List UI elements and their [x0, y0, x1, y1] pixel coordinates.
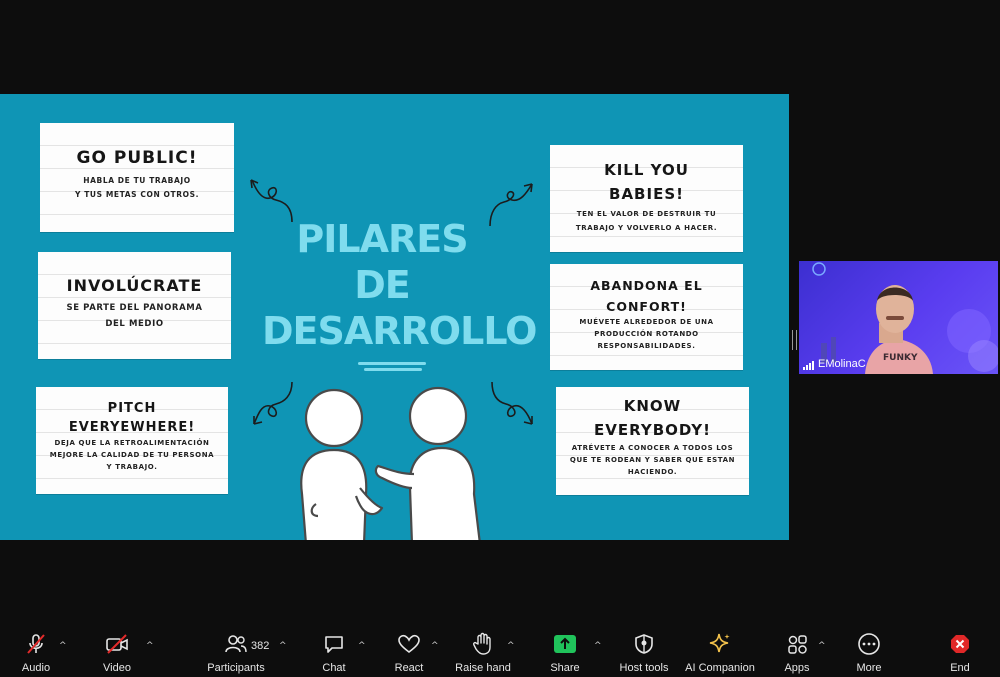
card-go-public: GO PUBLIC! HABLA DE TU TRABAJO Y TUS MET… — [34, 123, 234, 232]
video-options-caret-icon[interactable]: ^ — [146, 641, 154, 651]
raise-hand-button[interactable]: Raise hand — [455, 630, 511, 677]
participants-icon — [225, 635, 247, 653]
video-panel-resize-handle[interactable] — [792, 330, 797, 350]
camera-off-icon — [106, 634, 128, 654]
card-text: HABLA DE TU TRABAJO — [83, 176, 191, 185]
card-involucrate: INVOLÚCRATE SE PARTE DEL PANORAMA DEL ME… — [32, 252, 231, 359]
slide-title: PILARES DE DESARROLLO — [262, 216, 537, 354]
card-text: RESPONSABILIDADES. — [597, 342, 696, 350]
card-title: EVERYBODY! — [594, 421, 711, 439]
card-pitch: PITCH EVERYEWHERE! DEJA QUE LA RETROALIM… — [30, 387, 228, 494]
slide-title-line: DESARROLLO — [262, 309, 537, 353]
video-label: Video — [103, 662, 131, 674]
card-title: CONFORT! — [606, 299, 687, 314]
card-title: BABIES! — [609, 185, 684, 203]
end-label: End — [950, 662, 970, 674]
participants-button[interactable]: Participants — [206, 630, 266, 677]
shared-slide: GO PUBLIC! HABLA DE TU TRABAJO Y TUS MET… — [0, 94, 789, 540]
card-title: KILL YOU — [604, 161, 689, 179]
ai-companion-button[interactable]: AI Companion — [684, 630, 756, 677]
participants-options-caret-icon[interactable]: ^ — [279, 641, 287, 651]
title-underline — [358, 362, 426, 365]
participants-label: Participants — [207, 662, 265, 674]
card-kill-you-babies: KILL YOU BABIES! TEN EL VALOR DE DESTRUI… — [544, 145, 743, 252]
more-label: More — [856, 662, 882, 674]
ai-companion-label: AI Companion — [685, 662, 755, 674]
heart-icon — [398, 634, 420, 654]
card-text: QUE TE RODEAN Y SABER QUE ESTAN — [569, 456, 736, 464]
more-icon — [858, 633, 880, 655]
slide-title-line: DE — [354, 263, 411, 307]
card-text: Y TUS METAS CON OTROS. — [74, 190, 200, 199]
hand-icon — [473, 632, 491, 655]
card-text: TEN EL VALOR DE DESTRUIR TU — [576, 210, 717, 218]
curly-arrow-icon — [489, 183, 533, 227]
chat-options-caret-icon[interactable]: ^ — [358, 641, 366, 651]
apps-button[interactable]: Apps — [779, 630, 815, 677]
react-label: React — [394, 662, 424, 674]
more-button[interactable]: More — [851, 630, 887, 677]
raise-hand-options-caret-icon[interactable]: ^ — [507, 641, 515, 651]
card-title: EVERYEWHERE! — [68, 420, 196, 435]
apps-icon — [788, 635, 807, 654]
card-text: ATRÉVETE A CONOCER A TODOS LOS — [571, 444, 734, 452]
apps-label: Apps — [784, 662, 810, 674]
card-text: Y TRABAJO. — [106, 463, 158, 471]
share-button[interactable]: Share — [546, 630, 584, 677]
audio-options-caret-icon[interactable]: ^ — [59, 641, 67, 651]
card-abandona-el-confort: ABANDONA EL CONFORT! MUÉVETE ALREDEDOR D… — [544, 264, 743, 370]
share-options-caret-icon[interactable]: ^ — [594, 641, 602, 651]
shield-icon — [635, 634, 653, 654]
end-button[interactable]: End — [942, 630, 978, 677]
participant-name: EMolinaC — [818, 358, 866, 370]
card-title: GO PUBLIC! — [76, 148, 198, 168]
meeting-toolbar: Audio ^ Video ^ Participants 382 ^ Chat … — [0, 630, 1000, 677]
card-text: DEL MEDIO — [105, 319, 164, 329]
end-x-icon — [951, 635, 969, 653]
card-text: MUÉVETE ALREDEDOR DE UNA — [579, 318, 714, 326]
share-label: Share — [550, 662, 580, 674]
audio-label: Audio — [21, 662, 51, 674]
apps-options-caret-icon[interactable]: ^ — [818, 641, 826, 651]
card-text: DEJA QUE LA RETROALIMENTACIÓN — [54, 439, 210, 447]
audio-button[interactable]: Audio — [14, 630, 58, 677]
participants-count: 382 — [251, 640, 270, 652]
host-tools-button[interactable]: Host tools — [616, 630, 672, 677]
two-people-illustration — [300, 386, 481, 540]
card-title: KNOW — [623, 397, 682, 415]
host-tools-label: Host tools — [619, 662, 669, 674]
card-title: INVOLÚCRATE — [66, 276, 203, 295]
video-button[interactable]: Video — [95, 630, 139, 677]
chat-icon — [325, 636, 343, 653]
chat-button[interactable]: Chat — [316, 630, 352, 677]
card-know-everybody: KNOW EVERYBODY! ATRÉVETE A CONOCER A TOD… — [550, 387, 749, 495]
card-text: HACIENDO. — [627, 468, 678, 476]
slide-title-line: PILARES — [296, 217, 468, 261]
share-arrow-icon — [554, 635, 576, 653]
raise-hand-label: Raise hand — [455, 662, 511, 674]
sparkle-icon — [709, 633, 730, 653]
title-underline — [364, 368, 422, 371]
mic-muted-icon — [27, 634, 45, 654]
card-text: TRABAJO Y VOLVERLO A HACER. — [575, 224, 718, 232]
card-text: PRODUCCIÓN ROTANDO — [594, 330, 699, 338]
card-text: SE PARTE DEL PANORAMA — [66, 303, 203, 313]
card-title: ABANDONA EL — [590, 278, 703, 293]
curly-arrow-icon — [250, 179, 293, 223]
react-options-caret-icon[interactable]: ^ — [431, 641, 439, 651]
chat-label: Chat — [322, 662, 346, 674]
signal-strength-icon — [803, 361, 814, 370]
react-button[interactable]: React — [390, 630, 428, 677]
card-text: MEJORE LA CALIDAD DE TU PERSONA — [49, 451, 215, 459]
shirt-text: FUNKY — [883, 353, 918, 363]
card-title: PITCH — [107, 401, 157, 416]
